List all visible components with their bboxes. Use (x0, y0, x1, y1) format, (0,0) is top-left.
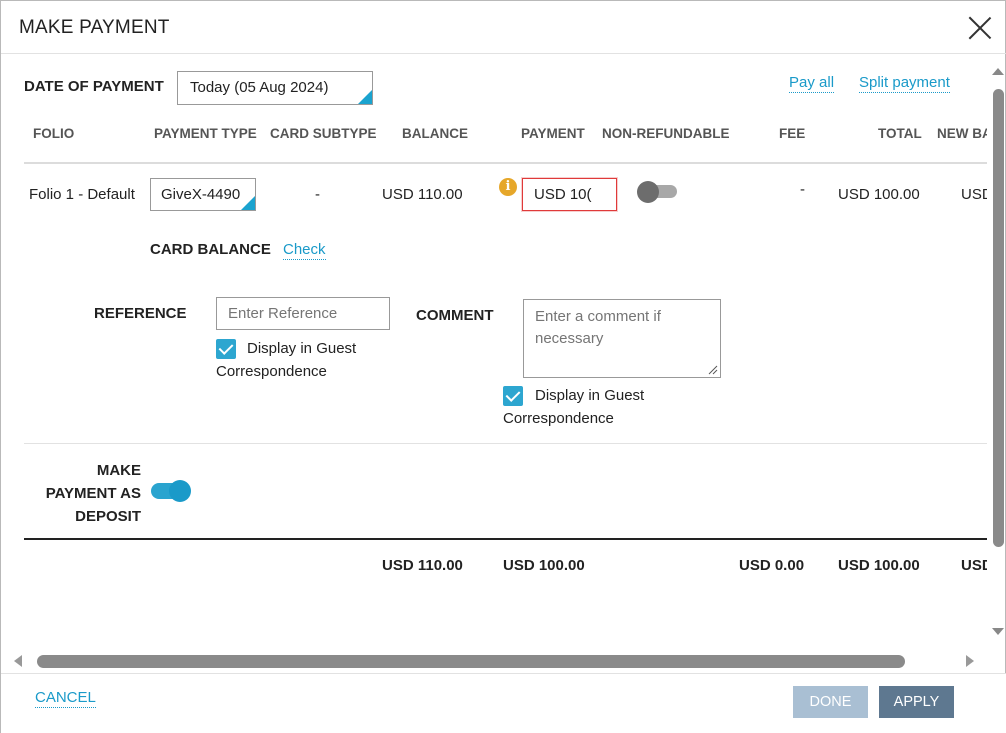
column-header-payment: PAYMENT (521, 126, 585, 141)
date-of-payment-value: Today (05 Aug 2024) (190, 79, 329, 96)
split-payment-link[interactable]: Split payment (859, 74, 950, 93)
payment-type-value: GiveX-4490 (161, 186, 241, 203)
deposit-label-line3: DEPOSIT (75, 508, 141, 525)
non-refundable-toggle[interactable] (637, 181, 677, 203)
make-payment-dialog: MAKE PAYMENT DATE OF PAYMENT Today (05 A… (0, 0, 1006, 733)
comment-textarea[interactable] (523, 299, 721, 378)
scroll-up-arrow-icon[interactable] (992, 68, 1004, 75)
vertical-scroll-thumb[interactable] (993, 89, 1004, 547)
reference-input[interactable] (216, 297, 390, 330)
column-header-new-balance: NEW BA (937, 126, 987, 141)
column-header-fee: FEE (779, 126, 806, 141)
folio-cell: Folio 1 - Default (29, 186, 135, 203)
payment-amount-input[interactable]: USD 10( (522, 178, 617, 211)
totals-divider (24, 538, 987, 540)
dialog-title: MAKE PAYMENT (19, 17, 170, 38)
column-header-folio: FOLIO (33, 126, 75, 141)
total-fee: USD 0.00 (739, 557, 805, 574)
comment-display-line1: Display in Guest (535, 387, 645, 404)
scroll-down-arrow-icon[interactable] (992, 628, 1004, 635)
total-payment: USD 100.00 (503, 557, 585, 574)
dialog-footer: CANCEL DONE APPLY (1, 673, 1006, 733)
date-of-payment-select[interactable]: Today (05 Aug 2024) (177, 71, 373, 105)
close-icon[interactable] (967, 15, 993, 41)
column-header-payment-type: PAYMENT TYPE (154, 126, 257, 141)
dropdown-corner-icon (241, 196, 255, 210)
dropdown-corner-icon (358, 90, 372, 104)
date-of-payment-label: DATE OF PAYMENT (24, 78, 164, 95)
card-subtype-cell: - (315, 186, 320, 203)
done-button[interactable]: DONE (793, 686, 868, 718)
reference-display-line2: Correspondence (216, 363, 327, 380)
comment-label: COMMENT (416, 307, 494, 324)
resize-handle-icon[interactable] (708, 365, 718, 375)
card-balance-check-link[interactable]: Check (283, 241, 326, 260)
header-divider (24, 162, 987, 164)
deposit-label-line1: MAKE (96, 462, 141, 479)
total-balance: USD 110.00 (382, 557, 463, 574)
scroll-right-arrow-icon[interactable] (966, 655, 974, 667)
card-balance-label: CARD BALANCE (150, 241, 271, 258)
apply-button[interactable]: APPLY (879, 686, 954, 718)
balance-cell: USD 110.00 (382, 186, 463, 203)
fee-cell: - (800, 181, 805, 198)
pay-all-link[interactable]: Pay all (789, 74, 835, 93)
payment-type-select[interactable]: GiveX-4490 (150, 178, 256, 211)
comment-display-line2: Correspondence (503, 410, 614, 427)
reference-display-line1: Display in Guest (247, 340, 357, 357)
deposit-label-line2: PAYMENT AS (45, 485, 141, 502)
column-header-balance: BALANCE (402, 126, 468, 141)
grand-total: USD 100.00 (838, 557, 920, 574)
column-header-total: TOTAL (878, 126, 922, 141)
comment-display-label: Display in Guest Correspondence (503, 384, 673, 430)
scroll-left-arrow-icon[interactable] (14, 655, 22, 667)
column-header-non-refundable: NON-REFUNDABLE (602, 126, 730, 141)
deposit-toggle[interactable] (151, 480, 191, 502)
horizontal-scroll-thumb[interactable] (37, 655, 905, 668)
cancel-button[interactable]: CANCEL (35, 689, 96, 708)
reference-label: REFERENCE (94, 305, 187, 322)
title-divider (1, 53, 1006, 54)
make-payment-as-deposit-label: MAKE PAYMENT AS DEPOSIT (41, 459, 141, 528)
total-cell: USD 100.00 (838, 186, 920, 203)
section-divider (24, 443, 987, 444)
info-icon[interactable]: i (499, 178, 517, 196)
new-balance-cell: USD (961, 186, 987, 203)
payment-amount-value: USD 10( (534, 186, 592, 203)
toggle-knob (169, 480, 191, 502)
total-new-balance: USD (961, 557, 987, 574)
column-header-card-subtype: CARD SUBTYPE (270, 126, 377, 141)
reference-display-label: Display in Guest Correspondence (216, 337, 386, 383)
toggle-knob (637, 181, 659, 203)
